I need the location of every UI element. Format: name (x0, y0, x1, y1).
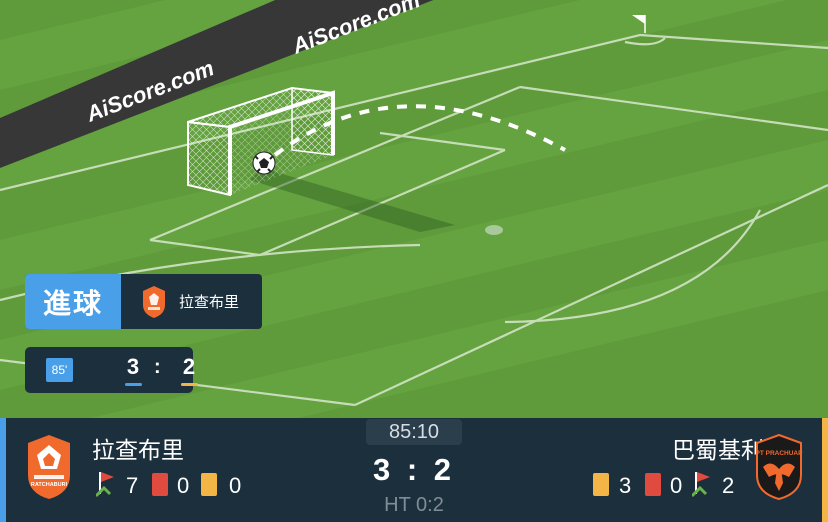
live-score-chip: 85' 3 : 2 (25, 347, 198, 393)
home-crest-text: RATCHABURI (31, 482, 68, 488)
corner-flag-icon (96, 472, 114, 498)
away-red-cards-count: 0 (670, 473, 683, 498)
away-yellow-cards-count: 3 (619, 473, 632, 498)
away-corners-count: 2 (722, 473, 735, 498)
home-corners-count: 7 (126, 473, 139, 498)
home-color-underline (125, 383, 142, 386)
red-card-icon (152, 473, 168, 496)
home-red-cards-count: 0 (177, 473, 190, 498)
away-team-name[interactable]: 巴蜀基利 (672, 431, 764, 465)
goal-team-name: 拉查布里 (179, 293, 240, 311)
soccer-ball-icon (252, 151, 276, 175)
home-team-name[interactable]: 拉查布里 (92, 431, 184, 465)
halftime-score: HT 0:2 (384, 494, 444, 516)
yellow-card-icon (201, 473, 217, 496)
red-card-icon (645, 473, 661, 496)
away-score-small: 2 (182, 354, 196, 379)
corner-flag-icon (692, 472, 710, 498)
home-color-accent (0, 418, 6, 522)
away-team-crest-icon[interactable]: PT PRACHUAP (753, 433, 805, 501)
goal-team: 拉查布里 (121, 274, 239, 329)
away-color-accent (822, 418, 828, 522)
yellow-card-icon (593, 473, 609, 496)
home-yellow-cards-count: 0 (229, 473, 242, 498)
scoreboard-bar: RATCHABURI 拉查布里 7 0 0 85:10 3 : 2 HT 0:2… (0, 418, 828, 522)
home-team-crest-icon[interactable]: RATCHABURI (24, 433, 74, 501)
away-color-underline (181, 383, 198, 386)
away-crest-text: PT PRACHUAP (756, 450, 804, 457)
match-clock: 85:10 (366, 419, 462, 445)
score-separator: : (154, 356, 161, 378)
ratchaburi-crest-icon (143, 285, 165, 318)
goal-event-card: 進球 拉查布里 (25, 274, 262, 329)
home-score-small: 3 (126, 354, 140, 379)
goal-label: 進球 (25, 274, 121, 329)
main-score: 3 : 2 (372, 452, 456, 487)
match-minute-badge: 85' (46, 358, 73, 382)
